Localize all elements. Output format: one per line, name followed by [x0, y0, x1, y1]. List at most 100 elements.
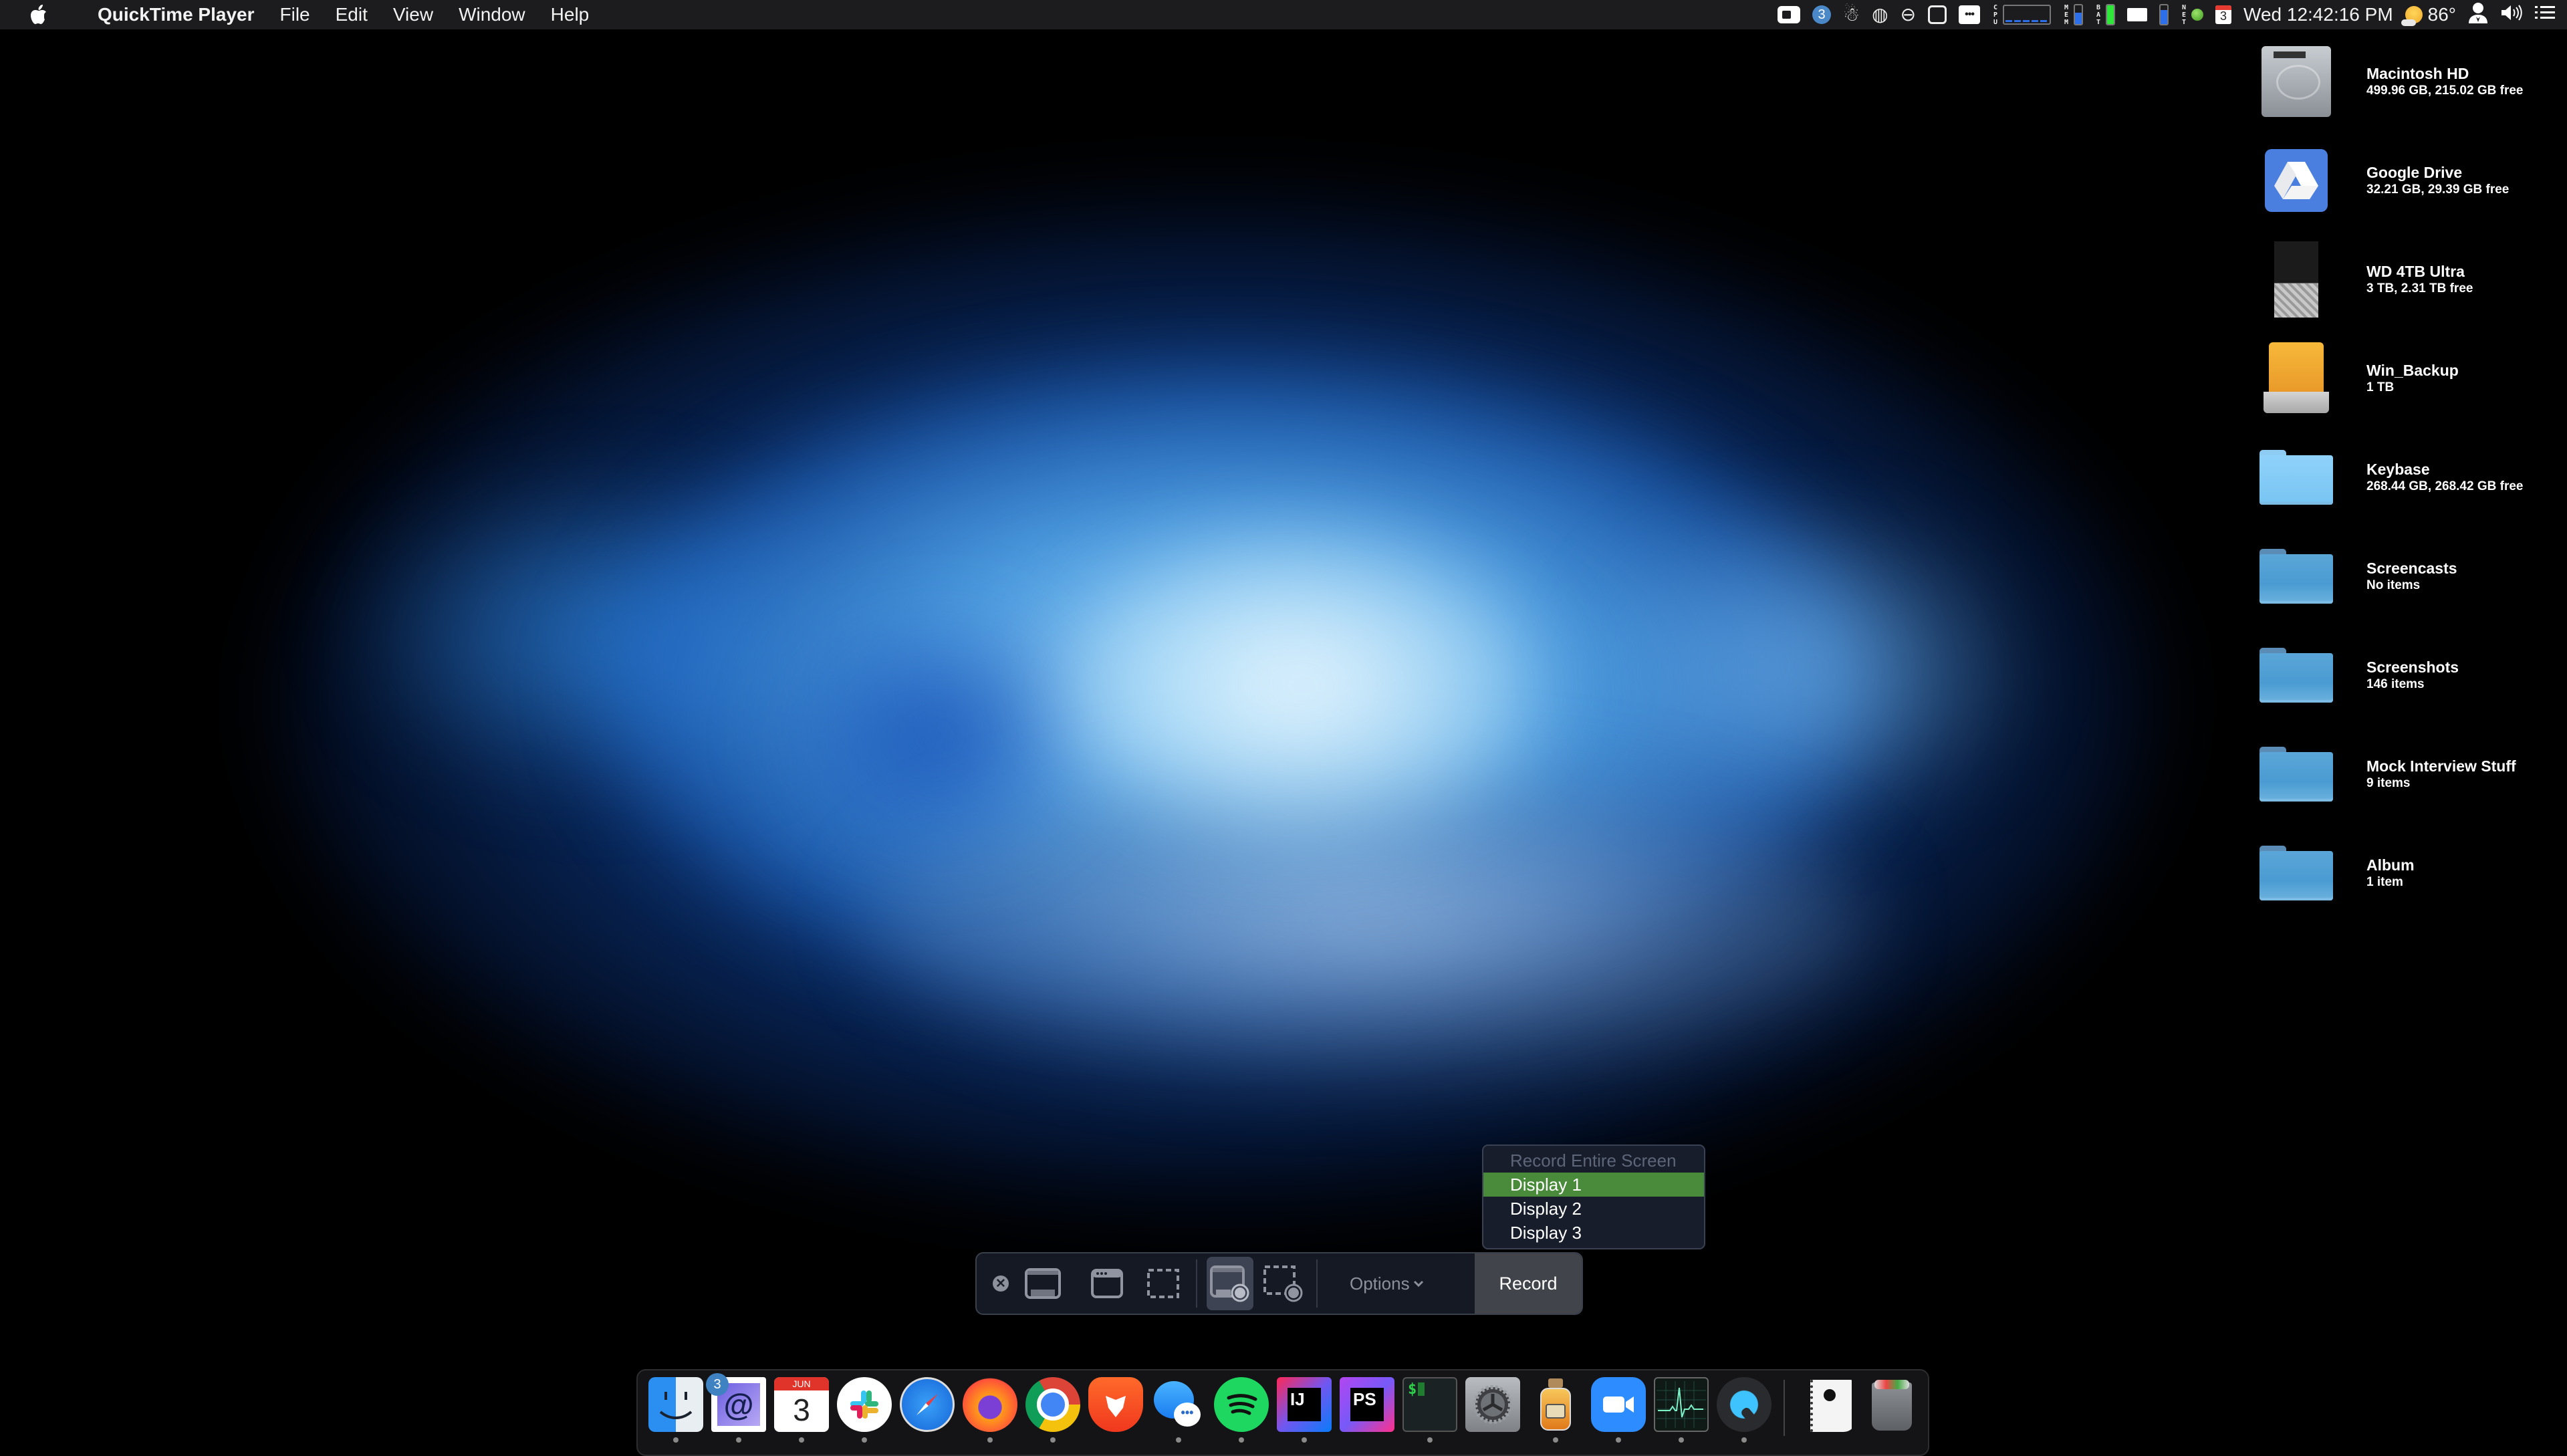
menu-help[interactable]: Help [551, 4, 590, 25]
item-info: 1 TB [2366, 380, 2395, 394]
istat-menubar-icon[interactable]: ⊖ [1901, 0, 1916, 29]
battery-meter[interactable] [2106, 4, 2116, 25]
running-indicator-dot [1427, 1437, 1433, 1443]
volume-icon[interactable] [2500, 3, 2523, 27]
item-name: Screenshots [2366, 658, 2459, 676]
notification-count-badge[interactable]: 3 [1812, 5, 1832, 24]
dock-activity-monitor[interactable] [1654, 1377, 1709, 1432]
desktop-item-keybase[interactable]: Keybase 268.44 GB, 268.42 GB free [2259, 437, 2523, 517]
dock-safari[interactable] [900, 1377, 955, 1432]
desktop-item-screenshots[interactable]: Screenshots 146 items [2259, 635, 2459, 715]
dock-firefox[interactable] [963, 1377, 1017, 1432]
status-green-dot-icon[interactable] [2191, 9, 2204, 21]
wallpaper-light-center [1070, 535, 1538, 836]
dock-slack[interactable] [837, 1377, 892, 1432]
menu-edit[interactable]: Edit [336, 4, 368, 25]
dock-spotify[interactable] [1214, 1377, 1269, 1432]
dock-chrome[interactable] [1025, 1377, 1080, 1432]
calendar-menubar-icon[interactable]: 3 [2215, 5, 2232, 24]
menu-bar: QuickTime Player File Edit View Window H… [0, 0, 2567, 29]
network-meter[interactable] [2159, 4, 2169, 25]
desktop-item-macintosh-hd[interactable]: Macintosh HD 499.96 GB, 215.02 GB free [2259, 41, 2523, 122]
menu-window[interactable]: Window [459, 4, 525, 25]
screenshot-toolbar: ✕ Options Record [975, 1252, 1583, 1315]
cookie-menubar-icon[interactable]: ◍ [1872, 0, 1888, 29]
menu-item-display-1[interactable]: Display 1 [1483, 1173, 1704, 1197]
dock-intellij[interactable]: IJ [1277, 1377, 1332, 1432]
item-name: Macintosh HD [2366, 65, 2469, 82]
dock-system-preferences[interactable] [1465, 1377, 1520, 1432]
wallpaper-cloud-right [1571, 501, 2039, 836]
item-info: 9 items [2366, 776, 2411, 790]
spotify-icon [1214, 1377, 1269, 1432]
dock-calendar[interactable]: JUN 3 [774, 1377, 829, 1432]
keybase-menubar-icon[interactable]: ☃ [1843, 0, 1860, 29]
close-toolbar-button[interactable]: ✕ [993, 1276, 1009, 1292]
dock: 3 @ JUN 3 ••• IJ PS $ [636, 1369, 1929, 1456]
dock-document-stack[interactable] [1801, 1377, 1856, 1432]
phpstorm-logo-text: PS [1350, 1388, 1384, 1421]
menu-file[interactable]: File [280, 4, 310, 25]
item-name: Keybase [2366, 461, 2430, 478]
external-drive-icon [2264, 342, 2329, 414]
app-menu-quicktime[interactable]: QuickTime Player [98, 4, 255, 25]
menu-item-display-2[interactable]: Display 2 [1483, 1197, 1704, 1221]
capture-entire-screen-button[interactable] [1019, 1257, 1066, 1310]
intellij-logo-text: IJ [1288, 1388, 1321, 1421]
memory-meter[interactable] [2074, 4, 2084, 25]
menu-view[interactable]: View [393, 4, 433, 25]
cpu-graph[interactable] [2003, 5, 2052, 25]
dock-trash[interactable] [1864, 1377, 1919, 1432]
menu-item-display-3[interactable]: Display 3 [1483, 1221, 1704, 1245]
battery-indicator-icon[interactable] [2127, 8, 2148, 21]
desktop-item-screencasts[interactable]: Screencasts No items [2259, 536, 2457, 616]
dock-audio-tool[interactable] [1528, 1377, 1583, 1432]
partly-cloudy-icon [2401, 6, 2423, 26]
dock-brave[interactable] [1088, 1377, 1143, 1432]
record-button[interactable]: Record [1475, 1253, 1582, 1314]
menubar-clock[interactable]: Wed 12:42:16 PM [2243, 4, 2393, 25]
notification-center-icon[interactable] [2535, 4, 2555, 25]
capture-selection-button[interactable] [1140, 1257, 1187, 1310]
dock-quicktime-player[interactable] [1717, 1377, 1771, 1432]
desktop-item-wd-4tb-ultra[interactable]: WD 4TB Ultra 3 TB, 2.31 TB free [2259, 239, 2473, 320]
record-selection-button[interactable] [1260, 1257, 1307, 1310]
weather-menubar[interactable]: 86° [2401, 4, 2456, 26]
dock-airmail[interactable]: 3 @ [706, 1373, 766, 1432]
desktop-item-google-drive[interactable]: Google Drive 32.21 GB, 29.39 GB free [2259, 140, 2509, 221]
slack-icon [837, 1377, 892, 1432]
running-indicator-dot [1616, 1437, 1621, 1443]
toolbar-divider [1316, 1259, 1318, 1308]
bat-label: BAT [2096, 3, 2101, 26]
intellij-icon: IJ [1277, 1377, 1332, 1432]
clipboard-menubar-icon[interactable] [1928, 5, 1947, 24]
desktop-item-mock-interview-stuff[interactable]: Mock Interview Stuff 9 items [2259, 734, 2516, 814]
external-drive-wd-icon [2274, 241, 2318, 318]
document-icon [1801, 1377, 1856, 1432]
folder-icon [2259, 846, 2333, 900]
folder-icon [2259, 747, 2333, 802]
dock-phpstorm[interactable]: PS [1340, 1377, 1394, 1432]
running-indicator-dot [1302, 1437, 1307, 1443]
item-info: 499.96 GB, 215.02 GB free [2366, 84, 2524, 98]
user-account-icon[interactable] [2468, 2, 2488, 28]
temperature-text: 86° [2427, 4, 2456, 25]
zoom-menubar-icon[interactable] [1778, 6, 1801, 23]
dock-terminal[interactable]: $ [1402, 1377, 1457, 1432]
terminal-prompt: $ [1408, 1381, 1417, 1398]
keybase-folder-icon [2259, 450, 2333, 505]
apple-menu-icon[interactable] [27, 5, 51, 25]
desktop-item-album[interactable]: Album 1 item [2259, 833, 2415, 913]
capture-window-button[interactable] [1084, 1257, 1130, 1310]
dock-messenger[interactable]: ••• [1151, 1377, 1206, 1432]
dock-finder[interactable] [648, 1377, 703, 1432]
record-entire-screen-button[interactable] [1207, 1257, 1253, 1310]
dock-zoom[interactable] [1591, 1377, 1646, 1432]
internal-drive-icon [2262, 46, 2331, 117]
running-indicator-dot [1050, 1437, 1056, 1443]
lastpass-menubar-icon[interactable]: ••• [1959, 5, 1981, 24]
options-dropdown-button[interactable]: Options [1327, 1253, 1441, 1314]
desktop-item-win-backup[interactable]: Win_Backup 1 TB [2259, 338, 2459, 418]
calendar-day: 3 [793, 1392, 810, 1427]
phpstorm-icon: PS [1340, 1377, 1394, 1432]
